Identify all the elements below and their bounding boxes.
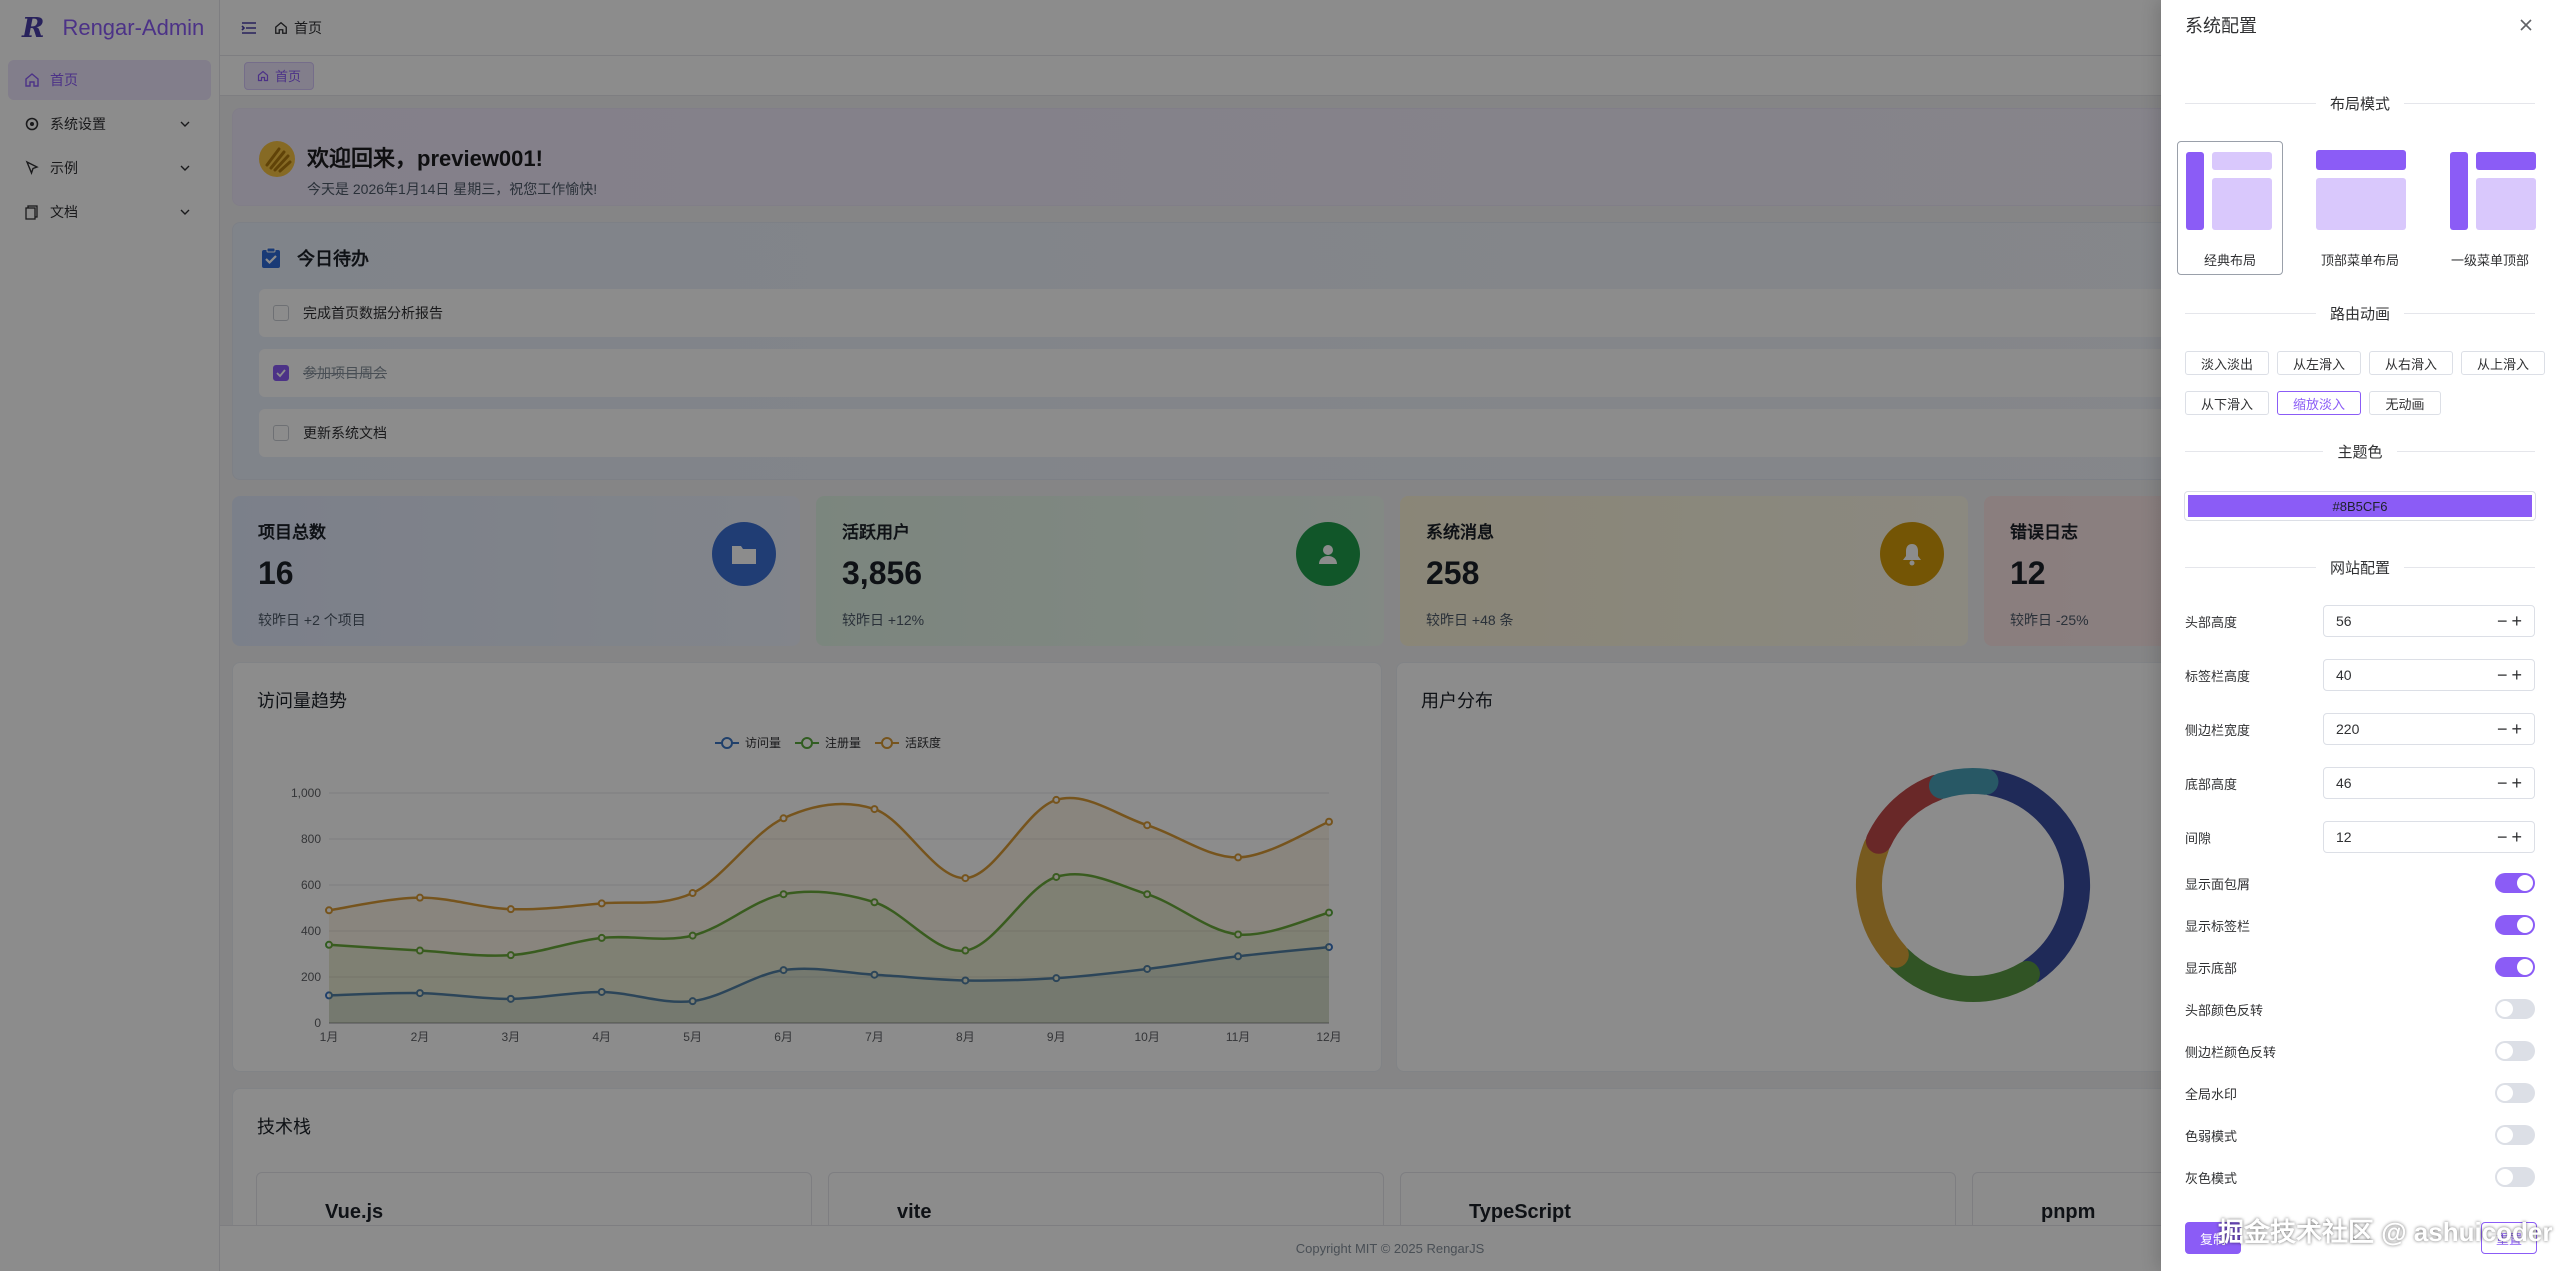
- setting-show-footer: 显示底部: [2185, 955, 2535, 979]
- setting-label: 色弱模式: [2185, 1128, 2238, 1144]
- setting-label: 显示底部: [2185, 960, 2238, 976]
- color-section-divider: 主题色: [2185, 440, 2535, 462]
- input-value: 46: [2336, 775, 2352, 791]
- theme-color-value: #8B5CF6: [2332, 498, 2388, 514]
- stepper-buttons[interactable]: −+: [2497, 827, 2526, 848]
- setting-label: 显示面包屑: [2185, 876, 2251, 892]
- setting-gap: 间隙 12 −+: [2185, 819, 2535, 855]
- site-section-divider: 网站配置: [2185, 556, 2535, 578]
- setting-label: 侧边栏颜色反转: [2185, 1044, 2277, 1060]
- anim-slide-left[interactable]: 从左滑入: [2277, 351, 2361, 375]
- anim-fade[interactable]: 淡入淡出: [2185, 351, 2269, 375]
- sidebar-invert-switch[interactable]: [2495, 1041, 2535, 1061]
- gray-mode-switch[interactable]: [2495, 1167, 2535, 1187]
- input-value: 56: [2336, 613, 2352, 629]
- stepper-buttons[interactable]: −+: [2497, 773, 2526, 794]
- setting-show-breadcrumb: 显示面包屑: [2185, 871, 2535, 895]
- layout-label: 一级菜单顶部: [2450, 253, 2529, 268]
- site-watermark: 掘金技术社区 @ ashuicoder: [2218, 1217, 2553, 1247]
- sidebar-width-input[interactable]: 220 −+: [2323, 713, 2535, 745]
- layout-top-menu-preview: [2316, 150, 2406, 230]
- setting-gray-mode: 灰色模式: [2185, 1165, 2535, 1189]
- section-title: 路由动画: [2315, 302, 2404, 324]
- drawer-title: 系统配置: [2185, 16, 2257, 36]
- input-value: 12: [2336, 829, 2352, 845]
- footer-height-input[interactable]: 46 −+: [2323, 767, 2535, 799]
- anim-section-divider: 路由动画: [2185, 302, 2535, 324]
- theme-color-picker[interactable]: #8B5CF6: [2184, 491, 2536, 521]
- setting-header-invert: 头部颜色反转: [2185, 997, 2535, 1021]
- settings-drawer: 系统配置 布局模式 经典布局 顶部菜单布局 一级菜单顶部 路由动画 淡入淡出 从…: [2161, 0, 2560, 1271]
- stepper-buttons[interactable]: −+: [2497, 665, 2526, 686]
- layout-label: 经典布局: [2203, 253, 2256, 268]
- stepper-buttons[interactable]: −+: [2497, 719, 2526, 740]
- setting-label: 头部高度: [2185, 614, 2238, 630]
- setting-label: 灰色模式: [2185, 1170, 2238, 1186]
- anim-zoom-fade[interactable]: 缩放淡入: [2277, 391, 2361, 415]
- layout-option-mixed[interactable]: 一级菜单顶部: [2437, 141, 2543, 275]
- setting-label: 头部颜色反转: [2185, 1002, 2264, 1018]
- setting-label: 侧边栏宽度: [2185, 722, 2251, 738]
- section-title: 布局模式: [2315, 92, 2404, 114]
- close-icon[interactable]: [2516, 15, 2536, 35]
- drawer-header: 系统配置: [2161, 0, 2560, 50]
- setting-sidebar-width: 侧边栏宽度 220 −+: [2185, 711, 2535, 747]
- input-value: 220: [2336, 721, 2360, 737]
- layout-label: 顶部菜单布局: [2320, 253, 2399, 268]
- setting-watermark: 全局水印: [2185, 1081, 2535, 1105]
- setting-footer-height: 底部高度 46 −+: [2185, 765, 2535, 801]
- anim-slide-right[interactable]: 从右滑入: [2369, 351, 2453, 375]
- anim-slide-top[interactable]: 从上滑入: [2461, 351, 2545, 375]
- show-footer-switch[interactable]: [2495, 957, 2535, 977]
- layout-section-divider: 布局模式: [2185, 92, 2535, 114]
- gap-input[interactable]: 12 −+: [2323, 821, 2535, 853]
- setting-label: 间隙: [2185, 830, 2212, 846]
- setting-label: 显示标签栏: [2185, 918, 2251, 934]
- app-root: R Rengar-Admin 首页 系统设置 示例 文档 首页 首页 欢迎回来，…: [0, 0, 2560, 1271]
- setting-show-tags: 显示标签栏: [2185, 913, 2535, 937]
- show-tags-switch[interactable]: [2495, 915, 2535, 935]
- setting-label: 标签栏高度: [2185, 668, 2251, 684]
- layout-classic-preview: [2186, 152, 2272, 230]
- watermark-switch[interactable]: [2495, 1083, 2535, 1103]
- setting-label: 底部高度: [2185, 776, 2238, 792]
- layout-mixed-preview: [2450, 152, 2536, 230]
- tags-height-input[interactable]: 40 −+: [2323, 659, 2535, 691]
- setting-color-weak: 色弱模式: [2185, 1123, 2535, 1147]
- section-title: 主题色: [2323, 440, 2397, 462]
- layout-option-classic[interactable]: 经典布局: [2177, 141, 2283, 275]
- show-breadcrumb-switch[interactable]: [2495, 873, 2535, 893]
- header-height-input[interactable]: 56 −+: [2323, 605, 2535, 637]
- header-invert-switch[interactable]: [2495, 999, 2535, 1019]
- color-weak-switch[interactable]: [2495, 1125, 2535, 1145]
- setting-label: 全局水印: [2185, 1086, 2238, 1102]
- setting-header-height: 头部高度 56 −+: [2185, 603, 2535, 639]
- layout-option-top-menu[interactable]: 顶部菜单布局: [2307, 141, 2413, 275]
- setting-tags-height: 标签栏高度 40 −+: [2185, 657, 2535, 693]
- anim-slide-bottom[interactable]: 从下滑入: [2185, 391, 2269, 415]
- stepper-buttons[interactable]: −+: [2497, 611, 2526, 632]
- section-title: 网站配置: [2315, 556, 2404, 578]
- anim-none[interactable]: 无动画: [2369, 391, 2441, 415]
- input-value: 40: [2336, 667, 2352, 683]
- setting-sidebar-invert: 侧边栏颜色反转: [2185, 1039, 2535, 1063]
